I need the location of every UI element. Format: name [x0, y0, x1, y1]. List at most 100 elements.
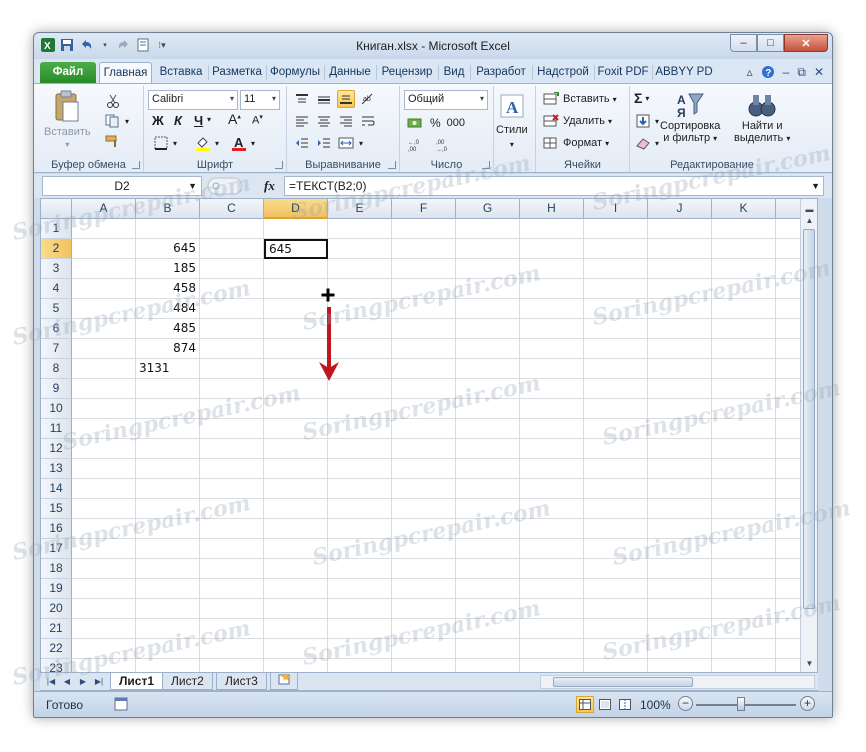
align-left-icon[interactable] — [293, 112, 311, 130]
tab-developer[interactable]: Разработ — [471, 62, 531, 83]
decrease-decimal-icon[interactable]: ,00 →,0 — [436, 136, 454, 154]
maximize-button[interactable]: □ — [757, 34, 784, 52]
zoom-slider-thumb[interactable] — [737, 697, 745, 711]
tab-home[interactable]: Главная — [99, 62, 152, 83]
percent-button[interactable]: % — [430, 116, 441, 130]
tab-foxit-pdf[interactable]: Foxit PDF — [595, 62, 651, 83]
normal-view-icon[interactable] — [576, 696, 594, 713]
page-break-view-icon[interactable] — [616, 696, 634, 713]
name-box[interactable]: D2 ▼ — [42, 176, 202, 196]
grow-font-button[interactable]: A▴ — [228, 111, 241, 127]
delete-cells-button[interactable]: Удалить ▾ — [542, 112, 612, 130]
clear-button[interactable]: ▾ — [634, 134, 659, 152]
sheet-tab-2[interactable]: Лист2 — [162, 673, 213, 690]
insert-sheet-button[interactable] — [270, 673, 298, 690]
find-select-button[interactable]: Найти и выделить ▾ — [734, 90, 790, 144]
decrease-indent-icon[interactable] — [293, 134, 311, 152]
increase-indent-icon[interactable] — [315, 134, 333, 152]
close-button[interactable]: ✕ — [784, 34, 828, 52]
align-center-icon[interactable] — [315, 112, 333, 130]
format-cells-label: Формат — [563, 137, 603, 149]
wrap-text-icon[interactable] — [359, 112, 377, 130]
autosum-button[interactable]: Σ ▾ — [634, 90, 649, 106]
zoom-in-button[interactable]: + — [800, 696, 815, 711]
next-sheet-icon[interactable]: ▶ — [76, 675, 90, 689]
number-format-combo[interactable]: Общий ▾ — [404, 90, 488, 110]
chevron-down-icon: ▾ — [229, 94, 234, 103]
workbook-restore-icon[interactable]: ⧉ — [797, 65, 806, 82]
last-sheet-icon[interactable]: ▶| — [92, 675, 106, 689]
help-icon[interactable]: ? — [761, 65, 775, 82]
fill-button[interactable]: ▾ — [634, 112, 659, 130]
horizontal-scroll-thumb[interactable] — [553, 677, 693, 687]
currency-icon[interactable] — [406, 114, 424, 132]
sheet-tab-3[interactable]: Лист3 — [216, 673, 267, 690]
clipboard-launcher[interactable] — [132, 161, 140, 169]
align-right-icon[interactable] — [337, 112, 355, 130]
minimize-button[interactable]: – — [730, 34, 757, 52]
borders-button[interactable]: ▾ — [152, 134, 177, 152]
zoom-out-button[interactable]: − — [678, 696, 693, 711]
font-size-combo[interactable]: 11 ▾ — [240, 90, 280, 110]
tab-abbyy-pdf[interactable]: ABBYY PD — [653, 62, 715, 83]
tab-view[interactable]: Вид — [439, 62, 469, 83]
text-orientation-icon[interactable]: ab — [359, 90, 377, 108]
formula-input[interactable]: =ТЕКСТ(B2;0) ▼ — [284, 176, 824, 196]
excel-window: X ▾ ⁝▾ Книган.xlsx - Microsoft Excel – □… — [33, 32, 833, 718]
copy-dropdown-icon[interactable]: ▾ — [125, 117, 129, 126]
tab-formulas[interactable]: Формулы — [267, 62, 323, 83]
tab-page-layout[interactable]: Разметка — [209, 62, 265, 83]
tab-addins[interactable]: Надстрой — [533, 62, 593, 83]
zoom-level[interactable]: 100% — [640, 698, 671, 712]
worksheet-grid[interactable]: ABCDEFGHIJKL 123456789101112131415161718… — [40, 198, 818, 673]
macro-record-icon[interactable] — [114, 697, 128, 711]
paste-dropdown-icon[interactable]: ▾ — [65, 140, 69, 149]
window-title: Книган.xlsx - Microsoft Excel — [356, 39, 510, 53]
align-bottom-icon[interactable] — [337, 90, 355, 108]
number-launcher[interactable] — [482, 161, 490, 169]
sort-filter-button[interactable]: AЯ Сортировка и фильтр ▾ — [660, 90, 720, 144]
tab-review[interactable]: Рецензир — [377, 62, 437, 83]
zoom-slider-track[interactable] — [696, 704, 796, 706]
minimize-ribbon-icon[interactable]: ▵ — [747, 65, 753, 82]
bold-button[interactable]: Ж — [152, 113, 164, 128]
format-cells-button[interactable]: Формат ▾ — [542, 134, 609, 152]
font-launcher[interactable] — [275, 161, 283, 169]
alignment-launcher[interactable] — [388, 161, 396, 169]
prev-sheet-icon[interactable]: ◀ — [60, 675, 74, 689]
merge-center-icon[interactable] — [337, 134, 355, 152]
format-painter-button[interactable] — [104, 132, 122, 150]
align-middle-icon[interactable] — [315, 90, 333, 108]
insert-function-button[interactable]: fx — [264, 178, 275, 194]
font-name-combo[interactable]: Calibri ▾ — [148, 90, 238, 110]
shrink-font-button[interactable]: A▾ — [252, 113, 263, 127]
horizontal-scrollbar[interactable] — [540, 675, 815, 689]
sheet-tab-1[interactable]: Лист1 — [110, 673, 164, 690]
expand-formula-icon[interactable]: ▼ — [811, 177, 820, 195]
workbook-minimize-icon[interactable]: – — [783, 65, 790, 82]
paste-button[interactable]: Вставить ▾ — [44, 90, 91, 149]
page-layout-view-icon[interactable] — [596, 696, 614, 713]
font-color-button[interactable]: A ▾ — [230, 134, 255, 152]
increase-decimal-icon[interactable]: ←,0,00 — [408, 136, 426, 154]
fill-color-button[interactable]: ▾ — [194, 134, 219, 152]
underline-button[interactable]: Ч — [194, 113, 203, 128]
first-sheet-icon[interactable]: |◀ — [44, 675, 58, 689]
align-top-icon[interactable] — [293, 90, 311, 108]
styles-button[interactable]: A Стили ▾ — [496, 92, 528, 149]
thousands-separator-button[interactable]: 000 — [447, 117, 465, 129]
chevron-down-icon[interactable]: ▼ — [188, 177, 197, 195]
tab-file[interactable]: Файл — [40, 62, 96, 83]
styles-dropdown-icon: ▾ — [509, 140, 514, 149]
crosshair-cursor-icon — [320, 287, 336, 303]
italic-button[interactable]: К — [174, 113, 182, 128]
tab-data[interactable]: Данные — [325, 62, 375, 83]
insert-cells-button[interactable]: Вставить ▾ — [542, 90, 617, 108]
tab-insert[interactable]: Вставка — [155, 62, 207, 83]
underline-dropdown-icon[interactable]: ▾ — [207, 115, 211, 124]
copy-button[interactable]: ▾ — [104, 112, 129, 130]
clipboard-group: Вставить ▾ ▾ Буфер обмена — [34, 86, 144, 172]
cut-button[interactable] — [104, 92, 122, 110]
workbook-close-icon[interactable]: ✕ — [814, 65, 824, 82]
styles-label: Стили — [496, 124, 528, 136]
